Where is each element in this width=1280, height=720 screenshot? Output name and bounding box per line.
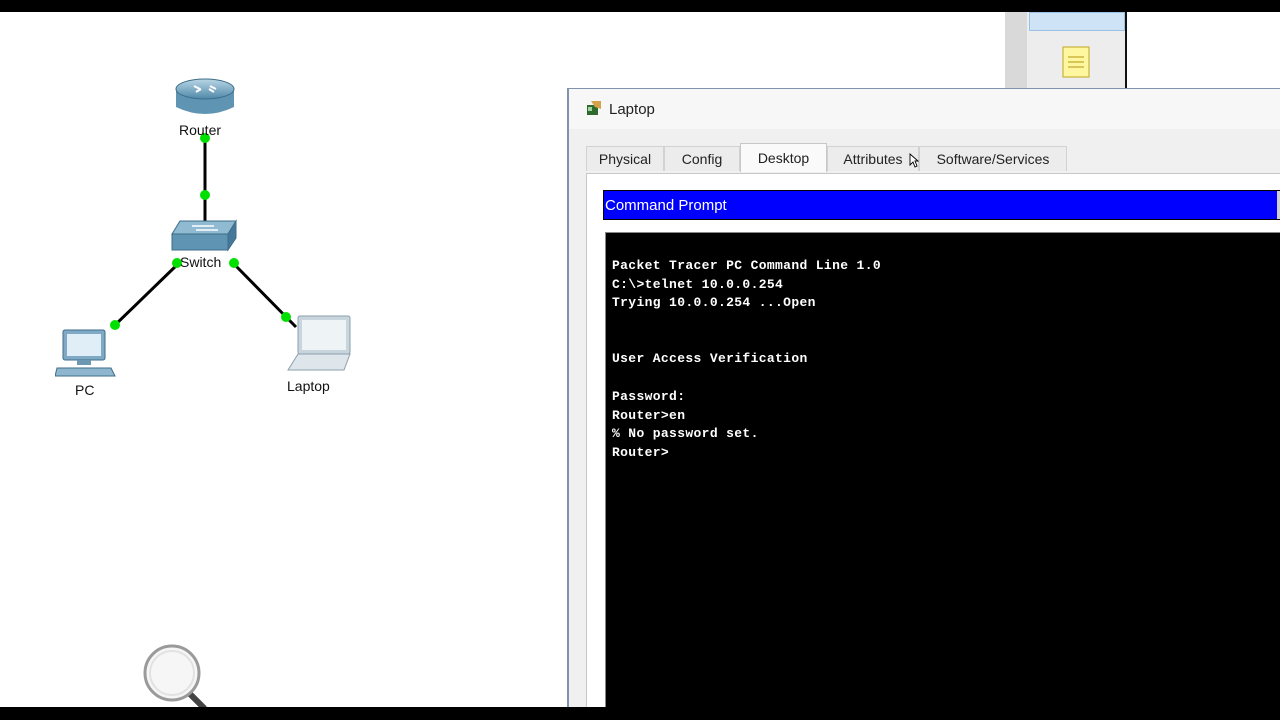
tab-attributes[interactable]: Attributes [827,146,919,171]
terminal-line: User Access Verification [612,351,808,367]
router-icon[interactable] [174,77,236,119]
palette-selected-item[interactable] [1029,12,1125,31]
command-prompt-title: Command Prompt [605,197,727,214]
terminal-line: Trying 10.0.0.254 ...Open [612,295,816,311]
laptop-icon[interactable] [286,314,352,374]
screen-top-bar [0,0,1280,12]
port-light [229,258,239,268]
palette-scroll-strip[interactable] [1005,12,1027,89]
tab-physical[interactable]: Physical [586,146,664,171]
terminal-line: C:\>telnet 10.0.0.254 [612,276,784,292]
window-titlebar[interactable]: Laptop [569,89,1280,129]
packet-tracer-icon [587,101,601,115]
pc-icon[interactable] [55,328,117,380]
laptop-label: Laptop [287,378,330,394]
terminal-line: Router> [612,444,670,460]
topology-workspace[interactable]: Router Switch PC Laptop [0,12,560,707]
screen-bottom-bar [0,707,1280,720]
pc-label: PC [75,382,95,398]
terminal-line: Packet Tracer PC Command Line 1.0 [612,258,881,273]
terminal-output: Packet Tracer PC Command Line 1.0 C:\>te… [612,257,881,463]
terminal[interactable]: Packet Tracer PC Command Line 1.0 C:\>te… [605,232,1280,712]
window-title: Laptop [609,101,655,118]
laptop-window[interactable]: Laptop Physical Config Desktop Attribute… [567,88,1280,713]
switch-icon[interactable] [170,218,238,258]
tab-software-services[interactable]: Software/Services [919,146,1067,171]
note-icon[interactable] [1062,46,1090,78]
terminal-line: Password: [612,388,686,404]
tab-desktop[interactable]: Desktop [740,143,827,172]
palette-edge [1125,12,1127,89]
tab-config[interactable]: Config [664,146,740,171]
link-switch-pc [111,260,182,329]
cursor-icon [909,153,919,168]
port-light [200,190,210,200]
terminal-line: % No password set. [612,426,759,442]
desktop-tab-content: Command Prompt Packet Tracer PC Command … [586,173,1280,713]
command-prompt-header: Command Prompt [603,190,1280,220]
terminal-line: Router>en [612,407,686,423]
zoom-icon[interactable] [142,644,208,710]
router-label: Router [179,122,222,138]
switch-label: Switch [180,254,222,270]
